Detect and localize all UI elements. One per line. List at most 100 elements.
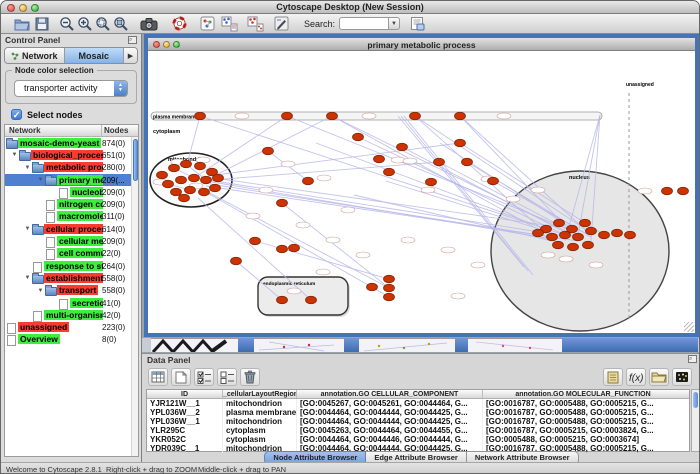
tree-row[interactable]: unassigned223(0) [5, 321, 138, 333]
search-input[interactable] [339, 17, 389, 30]
tree-header-network[interactable]: Network [5, 125, 102, 136]
network-node[interactable] [306, 296, 317, 304]
column-header[interactable]: _cellularLayoutRegion [223, 390, 297, 398]
tree-expand-arrow-icon[interactable]: ▼ [36, 177, 45, 183]
network-node[interactable] [678, 187, 689, 195]
attribute-matrix-icon[interactable] [672, 368, 692, 386]
network-node[interactable] [213, 174, 224, 182]
network-node[interactable] [277, 296, 288, 304]
table-scrollbar[interactable] [691, 389, 700, 452]
network-node[interactable] [547, 233, 558, 241]
tree-row[interactable]: ▼primary metabol209(... [5, 174, 138, 186]
network-node[interactable] [397, 143, 408, 151]
network-node[interactable] [185, 186, 196, 194]
network-node[interactable] [583, 241, 594, 249]
tab-mosaic[interactable]: Mosaic [65, 48, 125, 63]
network-node[interactable] [434, 158, 445, 166]
table-scrollbar-thumb[interactable] [693, 392, 698, 408]
tree-row[interactable]: cellular metabol209(0) [5, 235, 138, 247]
column-header[interactable]: annotation.GO MOLECULAR_FUNCTION [483, 390, 683, 398]
table-row[interactable]: YLR295Ccytoplasm[GO:0045263, GO:0044464,… [147, 426, 689, 435]
attribute-table-icon[interactable] [148, 368, 168, 386]
network-node[interactable] [612, 229, 623, 237]
network-node[interactable] [289, 244, 300, 252]
tree-row[interactable]: multi-organism pro42(0) [5, 309, 138, 321]
column-header[interactable]: ID [147, 390, 223, 398]
network-window-titlebar[interactable]: primary metabolic process [148, 38, 695, 51]
tree-row[interactable]: ▼establishment of lo558(0) [5, 272, 138, 284]
network-node[interactable] [625, 231, 636, 239]
network-node[interactable] [327, 112, 338, 120]
help-lifebuoy-icon[interactable] [170, 15, 188, 33]
network-node[interactable] [195, 162, 206, 170]
network-node[interactable] [374, 155, 385, 163]
tree-scrollbar[interactable] [131, 137, 138, 456]
network-node[interactable] [586, 227, 597, 235]
table-row[interactable]: YJR121W__1mitochondrion[GO:0045267, GO:0… [147, 399, 689, 408]
annotation-icon[interactable] [272, 15, 290, 33]
network-node[interactable] [488, 177, 499, 185]
network-overview-icon[interactable] [198, 15, 216, 33]
network-node[interactable] [163, 180, 174, 188]
network-node[interactable] [384, 275, 395, 283]
column-header[interactable]: annotation.GO CELLULAR_COMPONENT [297, 390, 483, 398]
tree-row[interactable]: cell communicat22(0) [5, 248, 138, 260]
tree-row[interactable]: nucleobase-209(0) [5, 186, 138, 198]
table-row[interactable]: YKR052Ccytoplasm[GO:0044464, GO:0044446,… [147, 435, 689, 444]
tree-row[interactable]: macromolecule311(0) [5, 211, 138, 223]
network-node[interactable] [210, 184, 221, 192]
tree-row[interactable]: secretion41(0) [5, 297, 138, 309]
float-panel-icon[interactable] [128, 36, 137, 44]
network-node[interactable] [568, 243, 579, 251]
tree-expand-arrow-icon[interactable]: ▼ [10, 152, 19, 158]
tree-expand-arrow-icon[interactable]: ▼ [23, 226, 32, 232]
network-node[interactable] [195, 112, 206, 120]
network-node[interactable] [426, 178, 437, 186]
background-window-border[interactable] [344, 338, 359, 352]
network-node[interactable] [384, 293, 395, 301]
tree-row[interactable]: Overview8(0) [5, 334, 138, 346]
background-window-border[interactable] [562, 338, 698, 352]
network-node[interactable] [199, 188, 210, 196]
network-node[interactable] [599, 231, 610, 239]
search-dropdown-button[interactable]: ▼ [389, 17, 400, 30]
tree-row[interactable]: response to stimulu264(0) [5, 260, 138, 272]
network-canvas[interactable]: nucleus mitochondrion plasma membrane cy… [148, 51, 695, 333]
open-session-icon[interactable] [13, 15, 31, 33]
network-node[interactable] [384, 168, 395, 176]
network-node[interactable] [353, 133, 364, 141]
tree-header-nodes[interactable]: Nodes [102, 125, 138, 136]
background-window-border[interactable] [238, 338, 254, 352]
tree-expand-arrow-icon[interactable]: ▼ [23, 275, 32, 281]
network-node[interactable] [455, 139, 466, 147]
tree-row[interactable]: mosaic-demo-yeast874(0) [5, 137, 138, 149]
network-node[interactable] [201, 176, 212, 184]
network-node[interactable] [157, 171, 168, 179]
network-node[interactable] [263, 147, 274, 155]
network-node[interactable] [303, 177, 314, 185]
search-advanced-icon[interactable] [408, 15, 426, 33]
network-node[interactable] [176, 176, 187, 184]
network-node[interactable] [282, 112, 293, 120]
network-node[interactable] [367, 283, 378, 291]
network-node[interactable] [410, 112, 421, 120]
select-attributes-icon[interactable] [194, 368, 214, 386]
network-node[interactable] [250, 237, 261, 245]
zoom-fit-content-icon[interactable] [112, 15, 130, 33]
tree-row[interactable]: ▼transport558(0) [5, 285, 138, 297]
network-node[interactable] [384, 284, 395, 292]
network-node[interactable] [462, 158, 473, 166]
network-node[interactable] [560, 231, 571, 239]
tree-row[interactable]: nitrogen compo209(0) [5, 198, 138, 210]
network-node[interactable] [189, 174, 200, 182]
network-node[interactable] [580, 219, 591, 227]
zoom-selected-region-icon[interactable] [94, 15, 112, 33]
tree-row[interactable]: ▼cellular process614(0) [5, 223, 138, 235]
notepad-icon[interactable] [603, 368, 623, 386]
import-network-blue-icon[interactable] [220, 15, 238, 33]
export-image-camera-icon[interactable] [140, 15, 158, 33]
zoom-out-icon[interactable] [58, 15, 76, 33]
background-window-fragment[interactable] [359, 338, 455, 352]
import-attributes-folder-icon[interactable] [649, 368, 669, 386]
zoom-in-icon[interactable] [76, 15, 94, 33]
